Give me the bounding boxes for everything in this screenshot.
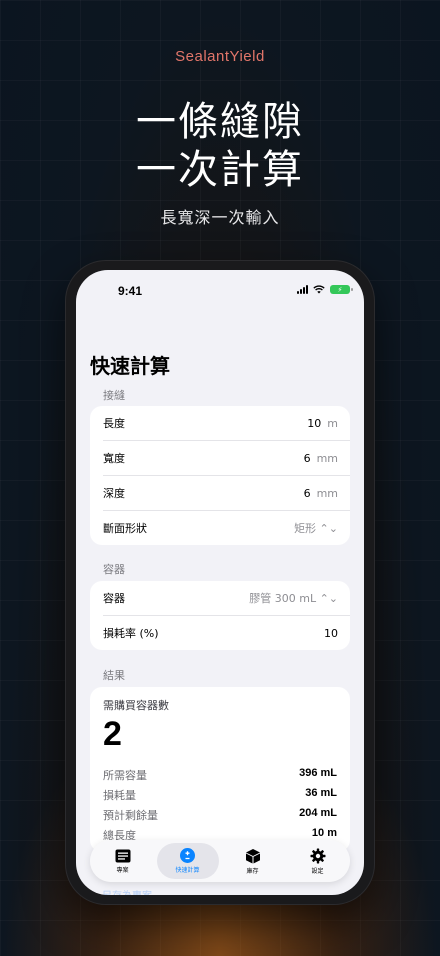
- depth-unit: mm: [316, 486, 338, 500]
- width-value[interactable]: 6 mm: [304, 452, 338, 465]
- status-time: 9:41: [118, 284, 143, 298]
- waste-rate-row[interactable]: 損耗率 (%) 10: [103, 616, 350, 650]
- brand-name: SealantYield: [175, 48, 265, 65]
- section-label-container: 容器: [103, 563, 125, 576]
- section-label-results: 結果: [103, 669, 125, 682]
- container-row[interactable]: 容器 膠管 300 mL ⌃⌄: [103, 581, 350, 616]
- plus-minus-icon: [180, 848, 195, 863]
- wifi-icon: [313, 285, 325, 294]
- box-icon: [245, 848, 260, 863]
- shape-label: 斷面形狀: [103, 522, 147, 535]
- tab-projects[interactable]: 專案: [92, 843, 154, 879]
- result-row: 損耗量 36 mL: [103, 787, 337, 802]
- tab-inventory-label: 庫存: [246, 867, 259, 875]
- shape-picker[interactable]: 矩形 ⌃⌄: [294, 520, 338, 536]
- depth-label: 深度: [103, 487, 125, 500]
- tab-inventory[interactable]: 庫存: [222, 843, 284, 879]
- tab-quick-calc-label: 快速計算: [175, 867, 200, 874]
- width-label: 寬度: [103, 452, 125, 465]
- list-icon: [115, 849, 130, 862]
- joint-card: 長度 10 m 寬度 6 mm 深度 6 mm 斷面形狀 矩形 ⌃⌄: [90, 406, 350, 545]
- container-label: 容器: [103, 592, 125, 605]
- headline-line-1: 一條縫隙: [136, 99, 304, 145]
- tab-bar: 專案 快速計算 庫存 設定: [90, 840, 350, 882]
- waste-rate-label: 損耗率 (%): [103, 627, 159, 640]
- container-picker[interactable]: 膠管 300 mL ⌃⌄: [249, 590, 338, 606]
- width-unit: mm: [316, 451, 338, 465]
- waste-rate-value[interactable]: 10: [324, 627, 338, 640]
- gear-icon: [310, 848, 325, 863]
- promo-headline: 一條縫隙 一次計算: [0, 98, 440, 194]
- cellular-signal-icon: [297, 285, 308, 294]
- width-row[interactable]: 寬度 6 mm: [103, 441, 350, 476]
- tab-quick-calc[interactable]: 快速計算: [156, 843, 219, 879]
- battery-charging-icon: ⚡: [330, 285, 353, 294]
- depth-row[interactable]: 深度 6 mm: [103, 476, 350, 511]
- length-unit: m: [327, 416, 338, 430]
- container-card: 容器 膠管 300 mL ⌃⌄ 損耗率 (%) 10: [90, 581, 350, 650]
- tab-settings[interactable]: 設定: [287, 843, 349, 879]
- tab-settings-label: 設定: [311, 867, 324, 875]
- containers-needed-label: 需購買容器數: [103, 699, 169, 712]
- length-row[interactable]: 長度 10 m: [103, 406, 350, 441]
- result-row: 所需容量 396 mL: [103, 767, 337, 782]
- length-label: 長度: [103, 417, 125, 430]
- page-title: 快速計算: [90, 354, 170, 378]
- results-card: 需購買容器數 2 所需容量 396 mL 損耗量 36 mL 預計剩餘量 204 mL…: [90, 687, 350, 852]
- result-row: 預計剩餘量 204 mL: [103, 807, 337, 822]
- phone-screen: 9:41 ⚡ 快速計算 接縫 長度 10 m 寬度 6 mm 深度 6 mm 斷…: [76, 270, 364, 895]
- status-bar: 9:41 ⚡: [76, 270, 364, 314]
- save-as-project-button[interactable]: 另存為專案: [102, 887, 152, 895]
- tab-projects-label: 專案: [116, 866, 129, 874]
- shape-row[interactable]: 斷面形狀 矩形 ⌃⌄: [103, 511, 350, 545]
- status-icons: ⚡: [297, 285, 353, 294]
- section-label-joint: 接縫: [103, 389, 125, 402]
- depth-value[interactable]: 6 mm: [304, 487, 338, 500]
- headline-line-2: 一次計算: [136, 147, 304, 193]
- containers-needed-count: 2: [103, 715, 122, 753]
- length-value[interactable]: 10 m: [307, 417, 338, 430]
- phone-frame: 9:41 ⚡ 快速計算 接縫 長度 10 m 寬度 6 mm 深度 6 mm 斷…: [66, 261, 374, 904]
- promo-subhead: 長寬深一次輸入: [160, 208, 280, 227]
